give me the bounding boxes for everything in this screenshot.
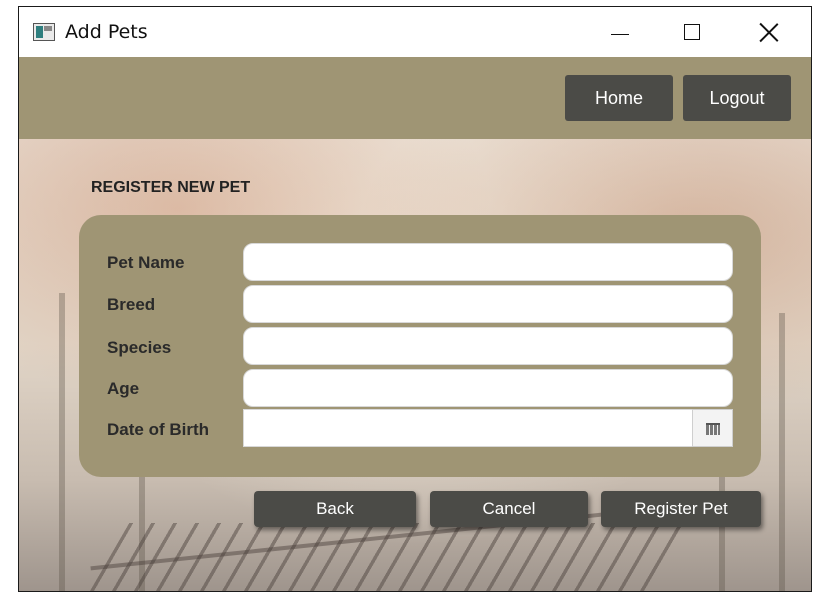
species-input[interactable] [243, 327, 733, 365]
pet-name-input[interactable] [243, 243, 733, 281]
date-of-birth-input[interactable] [243, 409, 693, 447]
breed-label: Breed [107, 295, 156, 314]
home-button[interactable]: Home [565, 75, 673, 121]
header-bar: Home Logout [19, 57, 811, 139]
age-label: Age [107, 379, 140, 398]
background-tree [59, 293, 65, 591]
date-picker-button[interactable] [692, 409, 733, 447]
minimize-button[interactable] [584, 7, 656, 57]
calendar-icon [706, 423, 720, 435]
register-pet-button[interactable]: Register Pet [601, 491, 761, 527]
species-label: Species [107, 338, 172, 357]
content-area: REGISTER NEW PET Pet Name Breed Species … [19, 139, 811, 591]
maximize-icon [684, 24, 700, 40]
close-icon [759, 22, 779, 42]
pet-name-label: Pet Name [107, 253, 185, 272]
background-bridge [88, 523, 690, 591]
app-icon [33, 23, 55, 41]
close-button[interactable] [733, 7, 805, 57]
date-of-birth-label: Date of Birth [107, 420, 209, 439]
age-input[interactable] [243, 369, 733, 407]
back-button[interactable]: Back [254, 491, 416, 527]
form-title: REGISTER NEW PET [91, 179, 251, 196]
maximize-button[interactable] [655, 7, 727, 57]
window-title: Add Pets [65, 21, 148, 43]
pet-form-panel: Pet Name Breed Species Age Date of Birth [79, 215, 761, 477]
add-pets-window: Add Pets Home Logout REGISTER NEW PET Pe… [18, 6, 812, 592]
breed-input[interactable] [243, 285, 733, 323]
logout-button[interactable]: Logout [683, 75, 791, 121]
minimize-icon [611, 34, 629, 35]
title-bar: Add Pets [19, 7, 811, 57]
cancel-button[interactable]: Cancel [430, 491, 588, 527]
background-tree [779, 313, 785, 591]
